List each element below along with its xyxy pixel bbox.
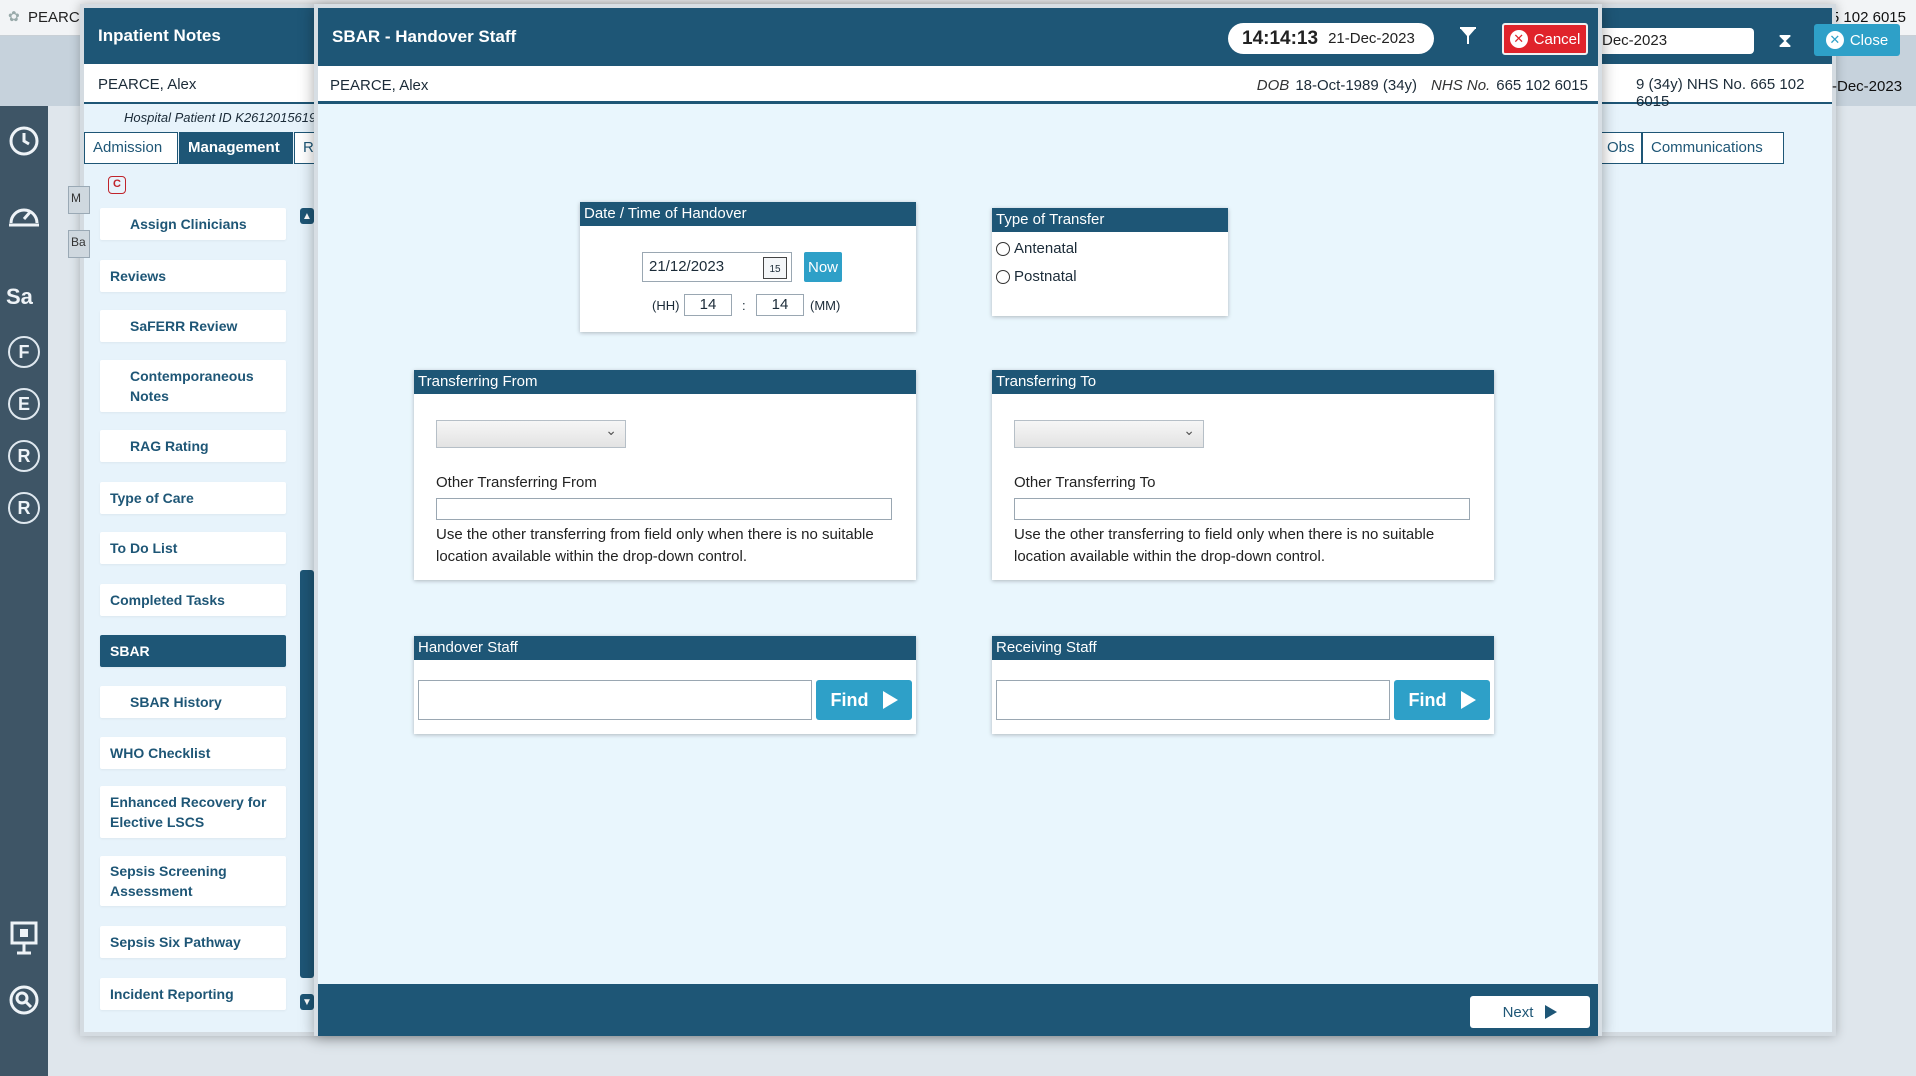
patient-name: PEARCE, Alex [330,77,429,94]
cancel-button[interactable]: ✕ Cancel [1502,23,1588,55]
rail-letter-r[interactable]: R [8,440,40,472]
next-button[interactable]: Next [1470,996,1590,1028]
transfer-type-panel: Type of Transfer Antenatal Postnatal [992,208,1228,316]
filter-icon[interactable] [1458,26,1478,51]
modal-title: SBAR - Handover Staff [332,27,517,46]
search-icon[interactable] [4,980,44,1020]
nav-enhanced-recovery[interactable]: Enhanced Recovery for Elective LSCS [100,786,286,838]
panel-header: Type of Transfer [992,208,1228,232]
transferring-from-select[interactable] [436,420,626,448]
rail-sa-label[interactable]: Sa [6,284,33,310]
current-date: 21-Dec-2023 [1328,30,1415,47]
radio-circle[interactable] [996,241,1010,256]
panel-header: Transferring To [992,370,1494,394]
nav-sbar-history[interactable]: SBAR History [100,686,286,718]
bg-patient-name: PEARCE, Alex [98,76,197,93]
receiving-staff-input[interactable] [996,680,1390,720]
rail-letter-f[interactable]: F [8,336,40,368]
calendar-icon[interactable]: 15 [763,257,787,279]
left-icon-rail: Sa F E R R [0,106,48,1076]
other-to-label: Other Transferring To [1014,474,1156,491]
time-separator: : [742,298,746,313]
nav-sepsis-six[interactable]: Sepsis Six Pathway [100,926,286,958]
transferring-from-panel: Transferring From Other Transferring Fro… [414,370,916,580]
hh-label: (HH) [652,298,680,313]
hour-input[interactable]: 14 [684,294,732,316]
other-to-input[interactable] [1014,498,1470,520]
filter-icon[interactable]: ⧗ [1778,30,1792,53]
radio-circle[interactable] [996,269,1010,284]
gauge-icon[interactable] [4,194,44,234]
nav-saferr-review[interactable]: SaFERR Review [100,310,286,342]
app-logo-icon: ✿ [8,8,20,24]
sbar-handover-modal: SBAR - Handover Staff 14:14:13 21-Dec-20… [314,4,1602,1036]
other-from-input[interactable] [436,498,892,520]
receiving-staff-panel: Receiving Staff Find [992,636,1494,734]
nav-to-do-list[interactable]: To Do List [100,532,286,564]
nav-incident-reporting[interactable]: Incident Reporting [100,978,286,1010]
nav-sepsis-screening[interactable]: Sepsis Screening Assessment [100,856,286,906]
play-icon [882,691,898,709]
tab-management[interactable]: Management [179,132,293,164]
current-time: 14:14:13 [1242,27,1319,49]
panel-header: Receiving Staff [992,636,1494,660]
c-badge[interactable]: C [108,176,126,194]
nav-completed-tasks[interactable]: Completed Tasks [100,584,286,616]
scroll-down-icon[interactable]: ▼ [300,994,314,1010]
receiving-staff-find-button[interactable]: Find [1394,680,1490,720]
modal-titlebar: SBAR - Handover Staff 14:14:13 21-Dec-20… [318,8,1598,66]
radio-postnatal[interactable]: Postnatal [996,268,1077,285]
bg-right-date: -Dec-2023 [1832,78,1903,95]
minute-input[interactable]: 14 [756,294,804,316]
tab-communications[interactable]: Communications [1642,132,1784,164]
radio-antenatal[interactable]: Antenatal [996,240,1077,257]
nav-who-checklist[interactable]: WHO Checklist [100,737,286,769]
other-from-label: Other Transferring From [436,474,597,491]
window-title: Inpatient Notes [98,26,221,45]
rail-letter-r2[interactable]: R [8,492,40,524]
modal-datetime: 14:14:13 21-Dec-2023 [1228,23,1434,54]
hospital-patient-id: Hospital Patient ID K2612015619 [124,110,317,125]
bg-patient-info: 9 (34y) NHS No. 665 102 6015 [1636,76,1805,110]
other-to-note: Use the other transferring to field only… [1014,526,1435,565]
nav-rag-rating[interactable]: RAG Rating [100,430,286,462]
close-icon: ✕ [1825,31,1844,49]
mm-label: (MM) [810,298,841,313]
modal-footer: Next [318,984,1598,1036]
panel-header: Handover Staff [414,636,916,660]
sidebar-scrollbar[interactable] [300,570,314,978]
nav-assign-clinicians[interactable]: Assign Clinicians [100,208,286,240]
handover-staff-input[interactable] [418,680,812,720]
side-tab-ba[interactable]: Ba [68,230,90,258]
tab-admission[interactable]: Admission [84,132,178,164]
handover-staff-panel: Handover Staff Find [414,636,916,734]
scroll-up-icon[interactable]: ▲ [300,208,314,224]
nav-sbar[interactable]: SBAR [100,635,286,667]
tab-obs[interactable]: Obs [1598,132,1642,164]
transferring-to-select[interactable] [1014,420,1204,448]
alarm-clock-icon[interactable] [4,120,44,160]
close-button[interactable]: ✕ Close [1814,24,1900,56]
nav-contemporaneous-notes[interactable]: Contemporaneous Notes [100,360,286,412]
patient-demographics: DOB 18-Oct-1989 (34y) NHS No. 665 102 6015 [1256,77,1588,94]
panel-header: Transferring From [414,370,916,394]
panel-header: Date / Time of Handover [580,202,916,226]
transferring-to-panel: Transferring To Other Transferring To Us… [992,370,1494,580]
now-button[interactable]: Now [804,252,842,282]
rail-letter-e[interactable]: E [8,388,40,420]
next-arrow-icon [1545,1005,1558,1019]
topbar-patient: PEARC [28,9,80,26]
play-icon [1460,691,1476,709]
handover-staff-find-button[interactable]: Find [816,680,912,720]
bg-datetime: Dec-2023 [1594,28,1754,54]
other-from-note: Use the other transferring from field on… [436,526,874,565]
modal-patient-bar: PEARCE, Alex DOB 18-Oct-1989 (34y) NHS No.… [318,66,1598,104]
nav-reviews[interactable]: Reviews [100,260,286,292]
nav-type-of-care[interactable]: Type of Care [100,482,286,514]
presentation-icon[interactable] [4,918,44,958]
cancel-icon: ✕ [1509,30,1528,48]
handover-datetime-panel: Date / Time of Handover 21/12/2023 15 No… [580,202,916,332]
side-tab-m[interactable]: M [68,186,90,214]
